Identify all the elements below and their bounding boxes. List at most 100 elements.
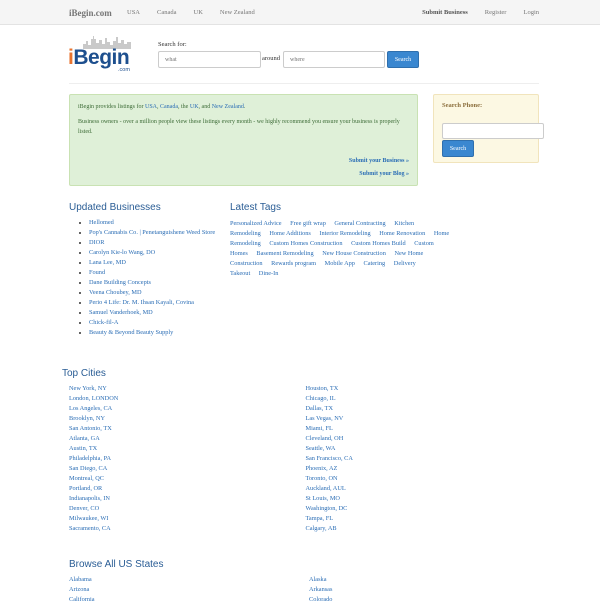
city-link[interactable]: Atlanta, GA <box>69 434 306 444</box>
nav-canada[interactable]: Canada <box>157 9 177 16</box>
state-link[interactable]: Arizona <box>69 585 309 595</box>
city-link[interactable]: Indianapolis, IN <box>69 494 306 504</box>
latest-tags: Latest Tags Personalized Advice Free gif… <box>230 202 450 279</box>
city-link[interactable]: Chicago, IL <box>306 394 543 404</box>
top-navbar: iBegin.com USA Canada UK New Zealand Sub… <box>0 0 600 25</box>
tag-link[interactable]: Interior Remodeling <box>319 230 370 237</box>
list-item: Beauty & Beyond Beauty Supply <box>89 328 219 338</box>
brand-link[interactable]: iBegin.com <box>69 8 112 18</box>
tag-link[interactable]: Custom Homes Build <box>351 240 406 247</box>
browse-us-states: Browse All US States Alabama Arizona Cal… <box>69 559 549 605</box>
city-link[interactable]: Phoenix, AZ <box>306 464 543 474</box>
tag-link[interactable]: Catering <box>364 260 386 267</box>
list-item: Dane Building Concepts <box>89 278 219 288</box>
city-link[interactable]: Milwaukee, WI <box>69 514 306 524</box>
tag-link[interactable]: Takeout <box>230 270 250 277</box>
list-item: Samuel Vanderhoek, MD <box>89 308 219 318</box>
city-link[interactable]: Miami, FL <box>306 424 543 434</box>
register-link[interactable]: Register <box>485 9 507 16</box>
info-line-1: iBegin provides listings for USA, Canada… <box>78 104 246 110</box>
info-uk-link[interactable]: UK <box>190 104 199 110</box>
city-link[interactable]: Calgary, AB <box>306 524 543 534</box>
city-link[interactable]: Philadelphia, PA <box>69 454 306 464</box>
list-item: Pop's Cannabis Co. | Penetanguishene Wee… <box>89 228 219 238</box>
city-link[interactable]: Portland, OR <box>69 484 306 494</box>
city-link[interactable]: Dallas, TX <box>306 404 543 414</box>
city-link[interactable]: Seattle, WA <box>306 444 543 454</box>
search-button[interactable]: Search <box>387 51 419 68</box>
where-input[interactable] <box>283 51 385 68</box>
city-link[interactable]: Las Vegas, NV <box>306 414 543 424</box>
city-link[interactable]: Toronto, ON <box>306 474 543 484</box>
browse-us-states-title: Browse All US States <box>69 559 164 570</box>
list-item: Lana Lee, MD <box>89 258 219 268</box>
state-link[interactable]: California <box>69 595 309 605</box>
city-link[interactable]: Houston, TX <box>306 384 543 394</box>
city-link[interactable]: Austin, TX <box>69 444 306 454</box>
header-divider <box>69 83 539 84</box>
nav-usa[interactable]: USA <box>127 9 140 16</box>
latest-tags-title: Latest Tags <box>230 202 281 213</box>
phone-input[interactable] <box>442 123 544 139</box>
info-links: Submit your Business » Submit your Blog … <box>349 155 409 181</box>
top-cities: Top Cities New York, NY London, LONDON L… <box>62 368 542 534</box>
city-link[interactable]: Tampa, FL <box>306 514 543 524</box>
tag-link[interactable]: Dine-In <box>259 270 279 277</box>
city-link[interactable]: Brooklyn, NY <box>69 414 306 424</box>
info-nz-link[interactable]: New Zealand <box>212 104 244 110</box>
what-input[interactable] <box>158 51 261 68</box>
state-link[interactable]: Alabama <box>69 575 309 585</box>
phone-search-button[interactable]: Search <box>442 140 474 157</box>
tag-link[interactable]: General Contracting <box>334 220 385 227</box>
state-link[interactable]: Alaska <box>309 575 549 585</box>
state-link[interactable]: Colorado <box>309 595 549 605</box>
submit-your-blog-link[interactable]: Submit your Blog » <box>349 168 409 181</box>
tag-link[interactable]: Mobile App <box>325 260 355 267</box>
cities-column-left: New York, NY London, LONDON Los Angeles,… <box>69 384 306 534</box>
list-item: Veena Choubey, MD <box>89 288 219 298</box>
city-link[interactable]: Sacramento, CA <box>69 524 306 534</box>
city-link[interactable]: San Francisco, CA <box>306 454 543 464</box>
list-item: Found <box>89 268 219 278</box>
nav-uk[interactable]: UK <box>194 9 203 16</box>
list-item: DIOR <box>89 238 219 248</box>
info-canada-link[interactable]: Canada <box>160 104 178 110</box>
city-link[interactable]: London, LONDON <box>69 394 306 404</box>
submit-your-business-link[interactable]: Submit your Business » <box>349 155 409 168</box>
around-label: around <box>262 55 281 62</box>
tag-link[interactable]: Home Renovation <box>379 230 425 237</box>
tag-link[interactable]: Custom Homes Construction <box>269 240 342 247</box>
top-cities-columns: New York, NY London, LONDON Los Angeles,… <box>69 384 542 534</box>
list-item: Carolyn Kie-lo Wang, DO <box>89 248 219 258</box>
account-nav: Submit Business Register Login <box>422 9 539 16</box>
city-link[interactable]: New York, NY <box>69 384 306 394</box>
info-usa-link[interactable]: USA <box>145 104 157 110</box>
city-link[interactable]: Montreal, QC <box>69 474 306 484</box>
phone-search-label: Search Phone: <box>442 102 483 109</box>
city-link[interactable]: Denver, CO <box>69 504 306 514</box>
updated-businesses-title: Updated Businesses <box>69 202 161 213</box>
tag-link[interactable]: Personalized Advice <box>230 220 282 227</box>
city-link[interactable]: Los Angeles, CA <box>69 404 306 414</box>
info-line-2: Business owners - over a million people … <box>78 119 400 135</box>
submit-business-link[interactable]: Submit Business <box>422 9 468 16</box>
tag-link[interactable]: Free gift wrap <box>290 220 326 227</box>
ibegin-logo[interactable]: iBegin .com <box>68 35 134 75</box>
tag-link[interactable]: Home Additions <box>269 230 310 237</box>
tag-link[interactable]: Rewards program <box>271 260 316 267</box>
city-link[interactable]: San Diego, CA <box>69 464 306 474</box>
city-link[interactable]: Washington, DC <box>306 504 543 514</box>
tag-link[interactable]: Delivery <box>394 260 416 267</box>
cities-column-right: Houston, TX Chicago, IL Dallas, TX Las V… <box>306 384 543 534</box>
state-link[interactable]: Arkansas <box>309 585 549 595</box>
tag-link[interactable]: New House Construction <box>322 250 386 257</box>
city-link[interactable]: St Louis, MO <box>306 494 543 504</box>
city-link[interactable]: Cleveland, OH <box>306 434 543 444</box>
updated-businesses-list: Hellomed Pop's Cannabis Co. | Penetangui… <box>89 218 219 338</box>
city-link[interactable]: San Antonio, TX <box>69 424 306 434</box>
tag-link[interactable]: Basement Remodeling <box>256 250 313 257</box>
nav-new-zealand[interactable]: New Zealand <box>220 9 255 16</box>
city-link[interactable]: Auckland, AUL <box>306 484 543 494</box>
updated-businesses: Updated Businesses Hellomed Pop's Cannab… <box>69 202 219 338</box>
login-link[interactable]: Login <box>523 9 539 16</box>
